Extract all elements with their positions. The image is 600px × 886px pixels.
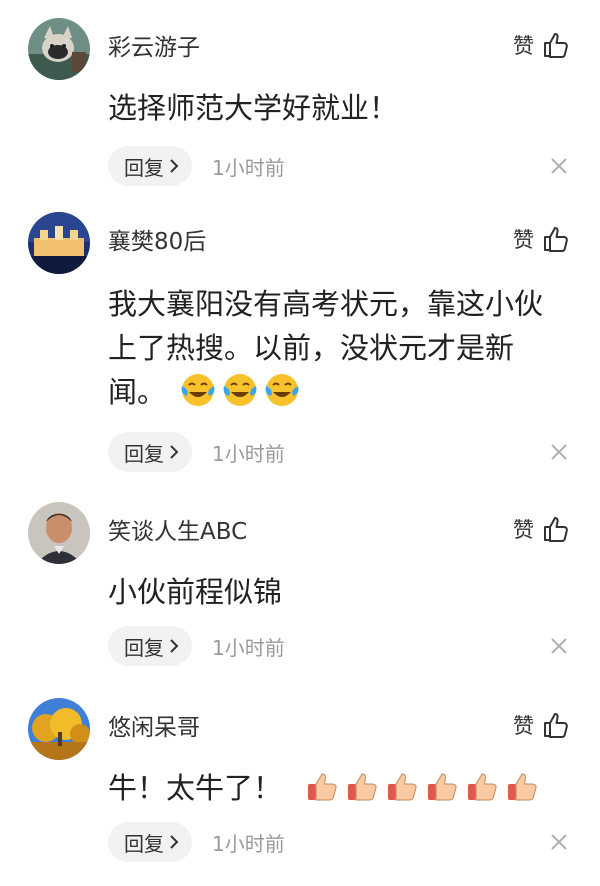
chevron-right-icon [170, 445, 179, 459]
reply-label: 回复 [124, 441, 164, 466]
comment-text-line: 上了热搜。以前，没状元才是新 [108, 331, 515, 365]
chevron-right-icon [170, 835, 179, 849]
timestamp: 1小时前 [212, 155, 285, 180]
comment-text-line-tail: 闻。 [108, 375, 167, 409]
man-portrait-avatar-icon [28, 502, 90, 564]
comment-meta: 回复 1小时前 [108, 626, 285, 666]
night-building-avatar-icon [28, 212, 90, 274]
chevron-right-icon [170, 159, 179, 173]
reply-button[interactable]: 回复 [108, 432, 192, 472]
close-icon[interactable] [548, 635, 570, 657]
avatar[interactable] [28, 212, 90, 274]
crying-laugh-emoji-icon [223, 374, 257, 406]
like-button[interactable]: 赞 [513, 30, 570, 60]
avatar[interactable] [28, 698, 90, 760]
like-label: 赞 [513, 34, 534, 58]
reply-label: 回复 [124, 831, 164, 856]
like-label: 赞 [513, 228, 534, 252]
timestamp: 1小时前 [212, 441, 285, 466]
comment-text-content: 牛！太牛了！ [108, 771, 283, 805]
close-icon[interactable] [548, 155, 570, 177]
comment-text: 选择师范大学好就业！ [108, 91, 399, 125]
timestamp: 1小时前 [212, 635, 285, 660]
comment-text-line: 闻。 [108, 370, 578, 414]
thumbs-up-emoji-icon [308, 773, 337, 801]
comment-item: 悠闲呆哥 赞 牛！太牛了！ 回复 1小时前 [0, 698, 600, 878]
comment-item: 笑谈人生ABC 赞 小伙前程似锦 回复 1小时前 [0, 502, 600, 680]
thumbs-up-emoji-icon [348, 773, 377, 801]
thumbs-up-emoji-icon [388, 773, 417, 801]
username[interactable]: 笑谈人生ABC [108, 512, 247, 546]
username[interactable]: 襄樊80后 [108, 222, 206, 256]
username[interactable]: 彩云游子 [108, 28, 200, 62]
crying-laugh-emoji-icon [265, 374, 299, 406]
avatar[interactable] [28, 502, 90, 564]
comment-text: 小伙前程似锦 [108, 575, 283, 609]
like-label: 赞 [513, 714, 534, 738]
reply-label: 回复 [124, 635, 164, 660]
comment-meta: 回复 1小时前 [108, 822, 285, 862]
reply-label: 回复 [124, 155, 164, 180]
thumbs-up-icon [544, 713, 568, 738]
close-icon[interactable] [548, 831, 570, 853]
autumn-tree-avatar-icon [28, 698, 90, 760]
thumbs-up-emoji-icon [428, 773, 457, 801]
thumbs-up-icon [544, 33, 568, 58]
reply-button[interactable]: 回复 [108, 822, 192, 862]
comment-item: 襄樊80后 赞 我大襄阳没有高考状元，靠这小伙 上了热搜。以前，没状元才是新 闻… [0, 212, 600, 482]
cat-photo-avatar-icon [28, 18, 90, 80]
like-button[interactable]: 赞 [513, 224, 570, 254]
comment-text-line: 我大襄阳没有高考状元，靠这小伙 [108, 287, 544, 321]
comment-item: 彩云游子 赞 选择师范大学好就业！ 回复 1小时前 [0, 18, 600, 190]
comment-text: 我大襄阳没有高考状元，靠这小伙 上了热搜。以前，没状元才是新 闻。 [108, 282, 578, 414]
thumbs-up-emoji-icon [468, 773, 497, 801]
chevron-right-icon [170, 639, 179, 653]
timestamp: 1小时前 [212, 831, 285, 856]
close-icon[interactable] [548, 441, 570, 463]
thumbs-up-icon [544, 227, 568, 252]
comment-meta: 回复 1小时前 [108, 146, 285, 186]
like-button[interactable]: 赞 [513, 710, 570, 740]
avatar[interactable] [28, 18, 90, 80]
reply-button[interactable]: 回复 [108, 626, 192, 666]
thumbs-up-icon [544, 517, 568, 542]
crying-laugh-emoji-icon [181, 374, 215, 406]
comment-text: 牛！太牛了！ [108, 766, 578, 810]
like-button[interactable]: 赞 [513, 514, 570, 544]
reply-button[interactable]: 回复 [108, 146, 192, 186]
comment-meta: 回复 1小时前 [108, 432, 285, 472]
thumbs-up-emoji-icon [508, 773, 537, 801]
username[interactable]: 悠闲呆哥 [108, 708, 200, 742]
like-label: 赞 [513, 518, 534, 542]
